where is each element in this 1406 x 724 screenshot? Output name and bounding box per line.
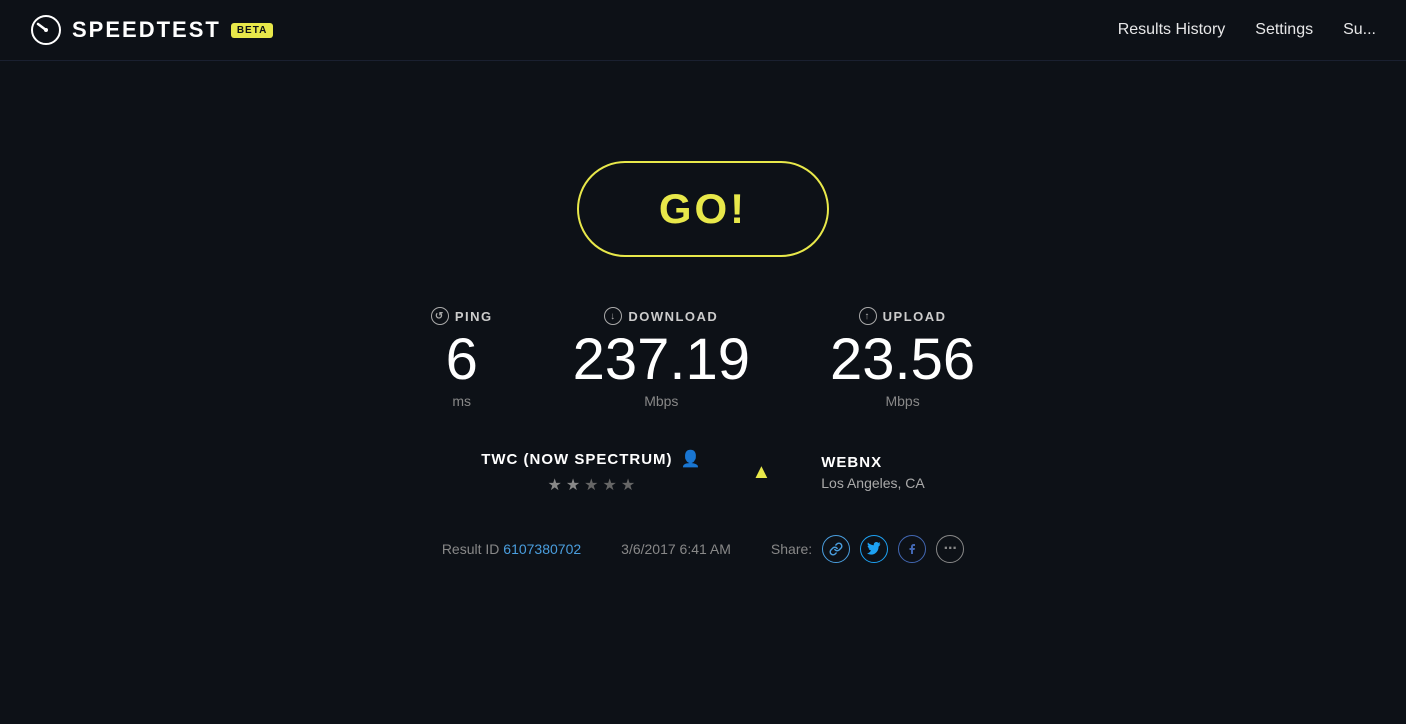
support-link[interactable]: Su...	[1343, 21, 1376, 39]
go-button[interactable]: GO!	[577, 161, 829, 257]
result-id-value[interactable]: 6107380702	[503, 541, 581, 557]
star-2: ★	[566, 475, 580, 495]
beta-badge: BETA	[231, 23, 273, 38]
star-4: ★	[603, 475, 617, 495]
nav-links: Results History Settings Su...	[1118, 21, 1376, 39]
download-unit: Mbps	[644, 393, 678, 409]
provider-stars: ★ ★ ★ ★ ★	[547, 475, 635, 495]
ping-label: ↺ PING	[431, 307, 493, 325]
share-facebook-icon[interactable]	[898, 535, 926, 563]
result-date: 3/6/2017 6:41 AM	[621, 541, 731, 557]
share-row: Share: ···	[771, 535, 964, 563]
download-icon: ↓	[604, 307, 622, 325]
person-icon: 👤	[681, 449, 702, 469]
ping-stat: ↺ PING 6 ms	[431, 307, 493, 409]
server-info: WEBNX Los Angeles, CA	[821, 454, 925, 491]
stats-row: ↺ PING 6 ms ↓ DOWNLOAD 237.19 Mbps ↑ UPL…	[431, 307, 975, 409]
server-name: WEBNX	[821, 454, 882, 471]
provider-info: TWC (NOW SPECTRUM) 👤 ★ ★ ★ ★ ★	[481, 449, 701, 495]
upload-label: ↑ UPLOAD	[859, 307, 947, 325]
share-link-icon[interactable]	[822, 535, 850, 563]
upload-value: 23.56	[830, 331, 975, 389]
results-history-link[interactable]: Results History	[1118, 21, 1226, 39]
share-twitter-icon[interactable]	[860, 535, 888, 563]
settings-link[interactable]: Settings	[1255, 21, 1313, 39]
speedtest-logo-icon	[30, 14, 62, 46]
star-5: ★	[621, 475, 635, 495]
upload-unit: Mbps	[885, 393, 919, 409]
ping-icon: ↺	[431, 307, 449, 325]
server-triangle-icon: ▲	[751, 461, 771, 484]
header: SPEEDTEST BETA Results History Settings …	[0, 0, 1406, 61]
upload-stat: ↑ UPLOAD 23.56 Mbps	[830, 307, 975, 409]
star-1: ★	[547, 475, 561, 495]
provider-name: TWC (NOW SPECTRUM) 👤	[481, 449, 701, 469]
star-3: ★	[584, 475, 598, 495]
server-location: Los Angeles, CA	[821, 475, 925, 491]
main-content: GO! ↺ PING 6 ms ↓ DOWNLOAD 237.19 Mbps ↑…	[0, 61, 1406, 563]
logo-area: SPEEDTEST BETA	[30, 14, 273, 46]
logo-text: SPEEDTEST	[72, 17, 221, 43]
download-stat: ↓ DOWNLOAD 237.19 Mbps	[573, 307, 750, 409]
download-label: ↓ DOWNLOAD	[604, 307, 718, 325]
share-more-icon[interactable]: ···	[936, 535, 964, 563]
result-id-label: Result ID 6107380702	[442, 541, 581, 557]
provider-server-row: TWC (NOW SPECTRUM) 👤 ★ ★ ★ ★ ★ ▲ WEBNX L…	[481, 449, 925, 495]
upload-icon: ↑	[859, 307, 877, 325]
ping-unit: ms	[452, 393, 471, 409]
share-label: Share:	[771, 541, 812, 557]
result-footer: Result ID 6107380702 3/6/2017 6:41 AM Sh…	[442, 535, 964, 563]
download-value: 237.19	[573, 331, 750, 389]
ping-value: 6	[446, 331, 478, 389]
